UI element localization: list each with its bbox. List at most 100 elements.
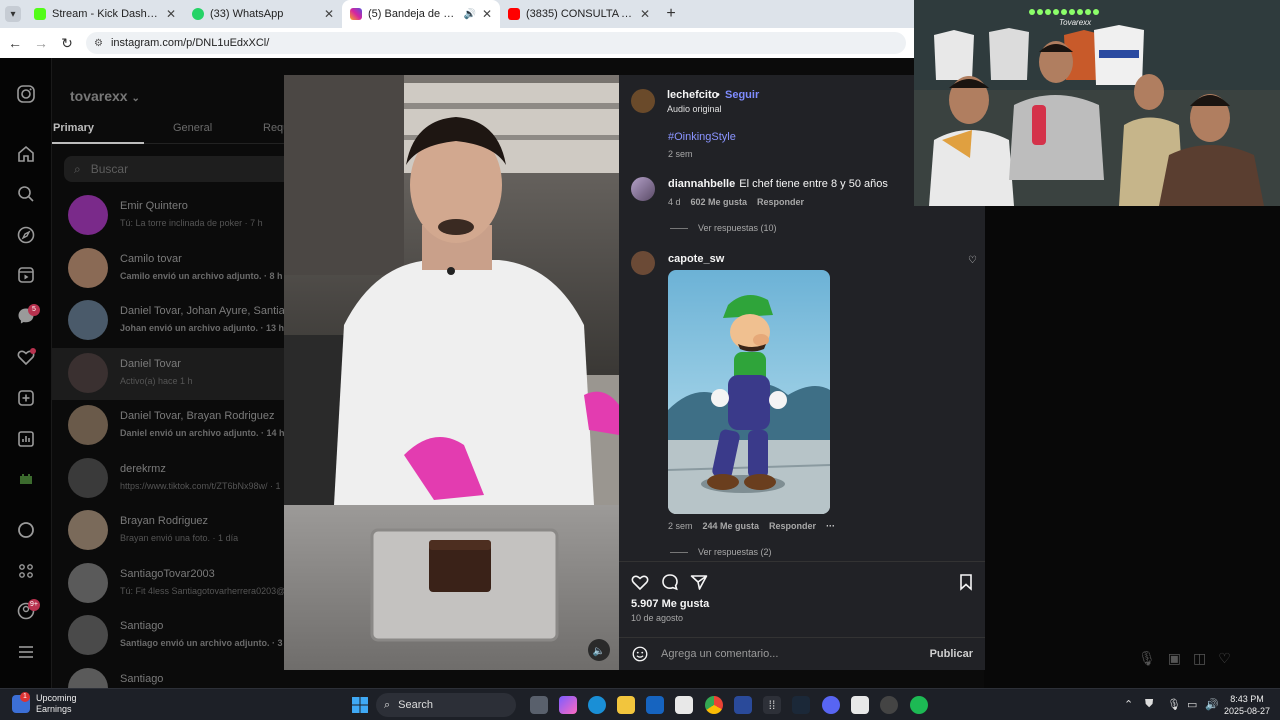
forward-arrow-icon[interactable]: → [34, 35, 48, 51]
commenter-avatar[interactable] [631, 177, 655, 201]
steam-icon[interactable] [792, 696, 810, 714]
reply-button[interactable]: Responder [757, 197, 804, 207]
post-date: 10 de agosto [631, 613, 684, 623]
commenter-username[interactable]: capote_sw [668, 253, 724, 265]
post-video[interactable]: 🔈 [284, 75, 619, 670]
search-icon[interactable] [16, 184, 36, 204]
share-send-icon[interactable] [689, 572, 709, 592]
microphone-icon[interactable]: 🎙 [1167, 698, 1181, 711]
emoji-icon[interactable] [631, 645, 649, 663]
spotify-icon[interactable] [910, 696, 928, 714]
site-info-icon[interactable]: ⚙ [94, 38, 103, 49]
author-username[interactable]: lechefcito [667, 89, 718, 101]
edge-icon[interactable] [588, 696, 606, 714]
chevron-up-icon[interactable]: ⌃ [1124, 698, 1133, 711]
chat-area [984, 206, 1280, 688]
conversation-item[interactable]: Camilo tovar Camilo envió un archivo adju… [52, 243, 284, 295]
shield-icon[interactable]: ⛊ [1145, 698, 1153, 711]
reply-button[interactable]: Responder [769, 521, 816, 531]
ms-store-icon[interactable] [675, 696, 693, 714]
publish-button[interactable]: Publicar [930, 648, 973, 660]
conversation-item[interactable]: SantiagoTovar2003 Tú: Fit 4less Santiagot… [52, 558, 285, 610]
view-replies-button[interactable]: Ver respuestas (2) [670, 547, 772, 557]
tab-instagram[interactable]: (5) Bandeja de entrada • Ch 🔊 ✕ [342, 0, 500, 28]
copilot-icon[interactable] [559, 696, 577, 714]
account-switcher[interactable]: tovarexx ⌄ [70, 88, 140, 104]
threads-app-icon[interactable] [16, 470, 36, 490]
profile-badge: 9+ [28, 599, 40, 611]
comment-input[interactable]: Agrega un comentario... [661, 648, 918, 660]
monitor-icon[interactable]: ▭ [1187, 698, 1197, 711]
obs-icon[interactable] [880, 696, 898, 714]
microphone-icon[interactable]: 🎙 [1138, 650, 1156, 667]
discord-icon[interactable] [822, 696, 840, 714]
tab-search-button[interactable]: ▾ [0, 0, 26, 28]
meta-ai-icon[interactable] [16, 561, 36, 581]
reels-icon[interactable] [16, 265, 36, 285]
view-replies-button[interactable]: Ver respuestas (10) [670, 223, 777, 233]
hashtag-link[interactable]: #OinkingStyle [668, 131, 736, 143]
heart-icon[interactable]: ♡ [1218, 650, 1231, 667]
system-clock[interactable]: 8:43 PM 2025-08-27 [1222, 693, 1272, 717]
conversation-item[interactable]: Daniel Tovar Activo(a) hace 1 h [52, 347, 284, 400]
comment-gif[interactable] [668, 270, 830, 514]
taskbar-search-box[interactable]: ⌕ Search [376, 693, 516, 717]
reload-icon[interactable]: ↻ [60, 35, 74, 52]
comment-likes[interactable]: 244 Me gusta [703, 521, 760, 531]
url-field[interactable]: ⚙ instagram.com/p/DNL1uEdxXCl/ [86, 32, 906, 54]
outlook-icon[interactable] [646, 696, 664, 714]
author-avatar[interactable] [631, 89, 655, 113]
menu-icon[interactable] [16, 642, 36, 662]
widgets-button[interactable]: 1 Upcoming Earnings [12, 692, 77, 715]
volume-icon[interactable]: 🔊 [1205, 698, 1219, 711]
post-likes[interactable]: 5.907 Me gusta [631, 598, 709, 610]
sticker-icon[interactable]: ◫ [1193, 650, 1206, 667]
speaker-icon[interactable]: 🔊 [463, 9, 475, 20]
dm-search-input[interactable]: ⌕ Buscar [64, 156, 296, 182]
explore-icon[interactable] [16, 225, 36, 245]
tab-general[interactable]: General [173, 122, 212, 134]
conversation-name: Daniel Tovar, Johan Ayure, Santiago [120, 305, 297, 317]
notepad-icon[interactable] [851, 696, 869, 714]
conversation-item[interactable]: Brayan Rodriguez Brayan envió una foto. ·… [52, 505, 284, 557]
instagram-logo-icon[interactable] [16, 84, 36, 104]
threads-icon[interactable] [16, 520, 36, 540]
conversation-item[interactable]: Daniel Tovar, Johan Ayure, Santiago Johan… [52, 295, 297, 347]
apps-grid-icon[interactable]: ⁞⁞ [763, 696, 781, 714]
close-icon[interactable]: ✕ [166, 7, 176, 21]
close-icon[interactable]: ✕ [324, 7, 334, 21]
commenter-username[interactable]: diannahbelle [668, 178, 735, 190]
tab-whatsapp[interactable]: (33) WhatsApp ✕ [184, 0, 342, 28]
tab-youtube[interactable]: (3835) CONSULTA A LA DOCTO ✕ [500, 0, 658, 28]
comment-bubble-icon[interactable] [660, 572, 680, 592]
more-options-icon[interactable]: ··· [826, 521, 835, 531]
home-icon[interactable] [16, 144, 36, 164]
audio-link[interactable]: Audio original [667, 104, 722, 114]
tab-kick[interactable]: Stream - Kick Dashboard ✕ [26, 0, 184, 28]
windows-start-icon[interactable] [351, 696, 369, 714]
new-tab-button[interactable]: + [658, 0, 684, 28]
conversation-item[interactable]: Emir Quintero Tú: La torre inclinada de p… [52, 190, 284, 242]
follow-button[interactable]: Seguir [725, 89, 759, 101]
close-icon[interactable]: ✕ [640, 7, 650, 21]
image-icon[interactable]: ▣ [1168, 650, 1181, 667]
add-comment-bar: Agrega un comentario... Publicar [619, 637, 985, 670]
conversation-item[interactable]: Daniel Tovar, Brayan Rodriguez Daniel env… [52, 400, 285, 452]
create-icon[interactable] [16, 388, 36, 408]
close-icon[interactable]: ✕ [482, 7, 492, 21]
view-replies-label: Ver respuestas (2) [698, 547, 772, 557]
comment-likes[interactable]: 602 Me gusta [691, 197, 748, 207]
vpn-icon[interactable] [734, 696, 752, 714]
tab-primary[interactable]: Primary [53, 122, 94, 134]
chrome-icon[interactable] [705, 696, 723, 714]
conversation-item[interactable]: derekrmz https://www.tiktok.com/t/ZT6bNx9… [52, 453, 284, 505]
file-explorer-icon[interactable] [617, 696, 635, 714]
commenter-avatar[interactable] [631, 251, 655, 275]
like-heart-icon[interactable] [630, 572, 650, 592]
task-view-icon[interactable] [530, 696, 548, 714]
like-comment-heart-icon[interactable]: ♡ [968, 255, 977, 266]
dashboard-icon[interactable] [16, 429, 36, 449]
bookmark-icon[interactable] [956, 572, 976, 592]
back-arrow-icon[interactable]: ← [8, 35, 22, 51]
conversation-item[interactable]: Santiago Santiago envió un archivo adjunt… [52, 610, 284, 662]
